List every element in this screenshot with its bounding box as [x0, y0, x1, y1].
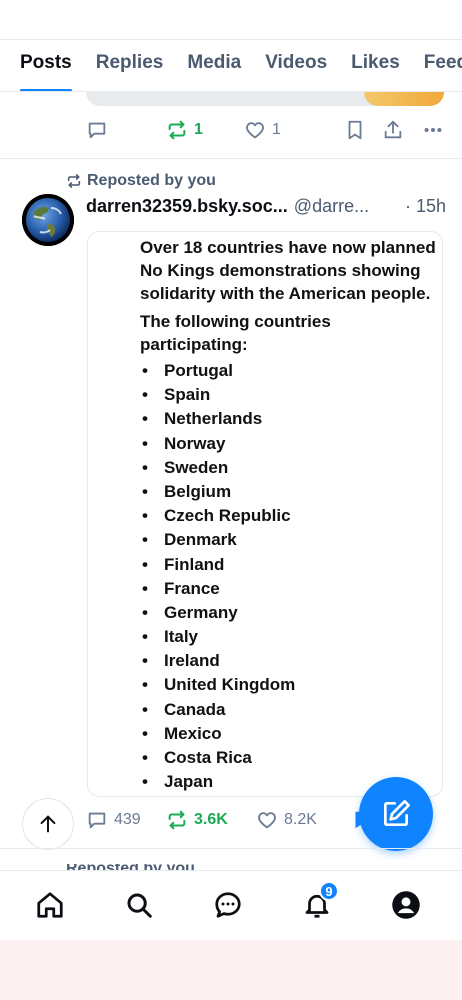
nav-notifications[interactable]: 9 [299, 881, 339, 923]
country-item: Belgium [140, 480, 295, 504]
country-item: Canada [140, 698, 295, 722]
country-item: Finland [140, 553, 295, 577]
country-item: Costa Rica [140, 746, 295, 770]
country-item: Czech Republic [140, 504, 295, 528]
tab-posts[interactable]: Posts [0, 40, 84, 91]
tab-likes[interactable]: Likes [339, 40, 412, 91]
earth-avatar-image [22, 194, 74, 246]
repost-small-icon [67, 174, 81, 188]
chat-icon [215, 892, 241, 918]
nav-home[interactable] [32, 887, 68, 923]
country-item: Ireland [140, 649, 295, 673]
image-intro-text: Over 18 countries have now planned No Ki… [140, 238, 436, 303]
country-item: Sweden [140, 456, 295, 480]
country-item: Spain [140, 383, 295, 407]
post-divider [0, 848, 462, 849]
compose-button[interactable] [359, 777, 433, 851]
post-header: darren32359.bsky.soc... @darre... · 15h [86, 193, 446, 219]
nav-search[interactable] [121, 887, 157, 923]
repost-button[interactable]: 1 [166, 119, 244, 141]
country-item: Portugal [140, 359, 295, 383]
more-dots-icon [424, 127, 442, 133]
country-item: Denmark [140, 528, 295, 552]
previous-post-media[interactable] [86, 92, 444, 106]
author-handle[interactable]: @darre... [294, 196, 369, 217]
more-button[interactable] [422, 119, 446, 141]
like-count: 1 [272, 121, 281, 138]
country-item: Norway [140, 432, 295, 456]
repost-button[interactable]: 3.6K [166, 809, 256, 831]
top-bar [0, 0, 462, 40]
profile-icon [392, 891, 420, 919]
repost-indicator[interactable]: Reposted by you [66, 172, 216, 190]
country-item: Italy [140, 625, 295, 649]
nav-messages[interactable] [210, 887, 246, 923]
profile-tabs: Posts Replies Media Videos Likes Feeds [0, 40, 462, 92]
share-icon [384, 120, 402, 139]
tab-videos[interactable]: Videos [253, 40, 339, 91]
previous-post-actions: 1 1 [86, 119, 446, 141]
tab-replies[interactable]: Replies [84, 40, 176, 91]
reply-button[interactable] [86, 119, 166, 141]
like-button[interactable]: 1 [244, 119, 344, 141]
reply-icon [88, 122, 106, 139]
post-time[interactable]: · 15h [405, 196, 446, 217]
post-image[interactable]: Over 18 countries have now planned No Ki… [87, 231, 443, 797]
heart-icon [246, 122, 264, 139]
search-icon [127, 893, 152, 918]
bottom-navigation: 9 [0, 870, 462, 940]
share-button[interactable] [382, 119, 422, 141]
repost-count: 1 [194, 121, 203, 138]
country-item: Mexico [140, 722, 295, 746]
country-item: Japan [140, 770, 295, 794]
tab-media[interactable]: Media [175, 40, 253, 91]
country-list: Portugal Spain Netherlands Norway Sweden… [140, 359, 295, 795]
repost-label: Reposted by you [87, 172, 216, 189]
bookmark-button[interactable] [344, 119, 382, 141]
author-name[interactable]: darren32359.bsky.soc... [86, 196, 288, 217]
country-item: Germany [140, 601, 295, 625]
arrow-up-icon [40, 815, 56, 833]
compose-icon [384, 800, 410, 826]
heart-icon [258, 812, 276, 829]
repost-icon [168, 120, 186, 140]
repost-icon [168, 810, 186, 830]
country-item: United Kingdom [140, 673, 295, 697]
reply-button[interactable]: 439 [86, 809, 166, 831]
image-lead-text: The following countries participating: [140, 312, 331, 354]
bookmark-icon [348, 120, 362, 140]
system-navigation-area [0, 940, 462, 1000]
reply-count: 439 [114, 811, 141, 828]
country-item: Netherlands [140, 407, 295, 431]
nav-profile[interactable] [388, 887, 424, 923]
scroll-to-top-button[interactable] [22, 798, 74, 850]
country-item: France [140, 577, 295, 601]
reply-icon [88, 812, 106, 829]
post-divider [0, 158, 462, 159]
like-count: 8.2K [284, 811, 317, 828]
notification-badge: 9 [319, 881, 339, 901]
home-icon [37, 892, 63, 918]
like-button[interactable]: 8.2K [256, 809, 350, 831]
avatar[interactable] [22, 194, 74, 246]
tab-feeds[interactable]: Feeds [412, 40, 462, 91]
repost-count: 3.6K [194, 811, 228, 828]
